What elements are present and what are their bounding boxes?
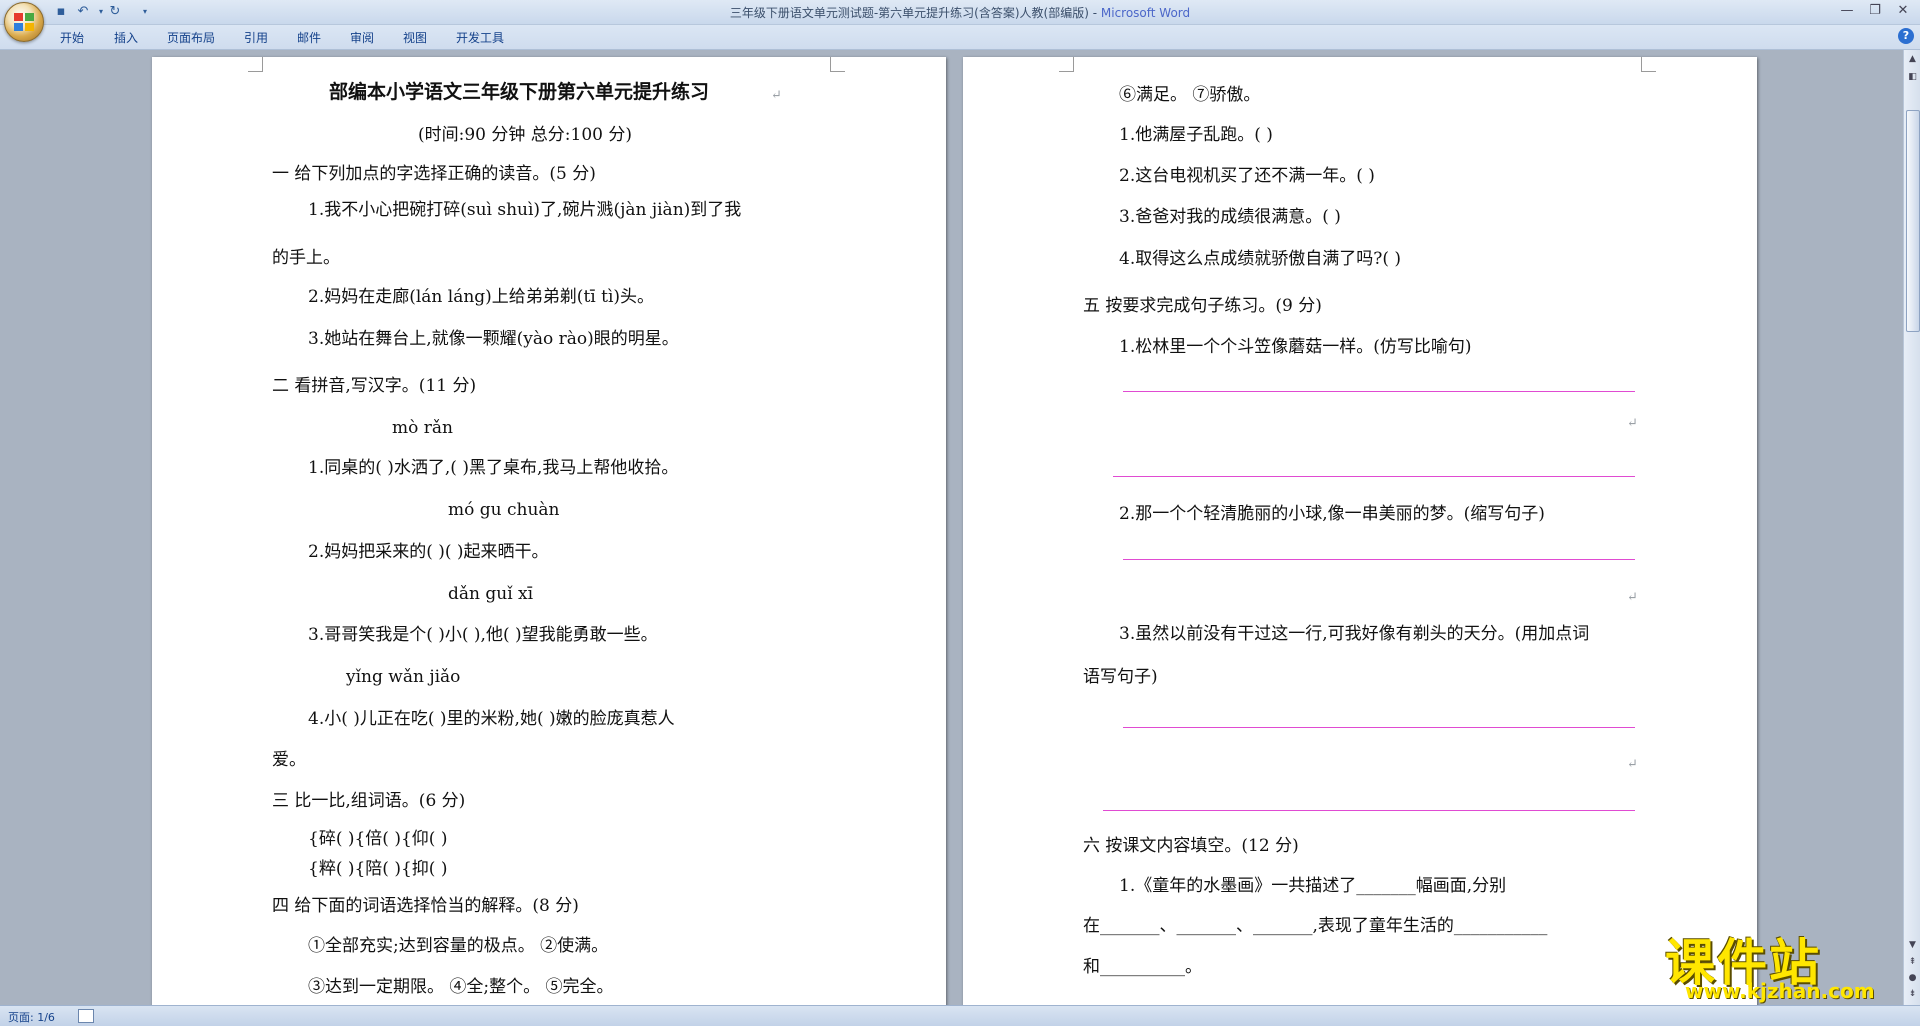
status-bar: 页面: 1/6 — [0, 1005, 1920, 1026]
question-text: 和__________。 — [1083, 957, 1202, 977]
question-text: 3.哥哥笑我是个( )小( ),他( )望我能勇敢一些。 — [308, 625, 658, 645]
window-title: 三年级下册语文单元测试题-第六单元提升练习(含答案)人教(部编版) - Micr… — [0, 4, 1920, 21]
question-text: 1.我不小心把碗打碎(suì shuì)了,碗片溅(jàn jiàn)到了我 — [308, 200, 742, 220]
document-area: 部编本小学语文三年级下册第六单元提升练习 ↵ (时间:90 分钟 总分:100 分… — [0, 50, 1903, 1005]
question-text: 爱。 — [272, 750, 306, 770]
margin-corner — [1641, 57, 1656, 72]
definition-line: ③达到一定期限。 ④全;整个。 ⑤完全。 — [308, 977, 614, 997]
scroll-thumb[interactable] — [1906, 110, 1920, 332]
office-logo-icon — [14, 13, 34, 31]
section-heading-4: 四 给下面的词语选择恰当的解释。(8 分) — [272, 896, 579, 916]
question-text: 1.松林里一个个斗笠像蘑菇一样。(仿写比喻句) — [1119, 337, 1472, 357]
question-text: 2.妈妈在走廊(lán láng)上给弟弟剃(tī tì)头。 — [308, 287, 655, 307]
select-browse-object-icon[interactable]: ● — [1905, 971, 1920, 986]
tab-home[interactable]: 开始 — [60, 29, 84, 46]
document-page-1[interactable]: 部编本小学语文三年级下册第六单元提升练习 ↵ (时间:90 分钟 总分:100 分… — [152, 57, 946, 1005]
section-heading-3: 三 比一比,组词语。(6 分) — [272, 791, 466, 811]
next-page-icon[interactable]: ⇟ — [1905, 987, 1920, 1002]
document-page-2[interactable]: ⑥满足。 ⑦骄傲。 1.他满屋子乱跑。( ) 2.这台电视机买了还不满一年。( … — [963, 57, 1757, 1005]
question-text: 2.妈妈把采来的( )( )起来晒干。 — [308, 542, 549, 562]
pinyin-line: mò rǎn — [392, 418, 453, 438]
page-count[interactable]: 页面: 1/6 — [8, 1009, 55, 1025]
macro-recording-icon[interactable] — [78, 1009, 94, 1023]
answer-line[interactable] — [1123, 727, 1635, 728]
tab-mailings[interactable]: 邮件 — [297, 29, 321, 46]
answer-line[interactable] — [1123, 559, 1635, 560]
section-heading-1: 一 给下列加点的字选择正确的读音。(5 分) — [272, 164, 596, 184]
question-text: 2.这台电视机买了还不满一年。( ) — [1119, 166, 1375, 186]
close-icon[interactable]: ✕ — [1890, 2, 1916, 20]
question-text: 在_______、_______、_______,表现了童年生活的_______… — [1083, 916, 1548, 936]
watermark-url: www.kjzhan.com — [1685, 979, 1875, 1003]
scroll-up-icon[interactable]: ▲ — [1905, 52, 1920, 67]
margin-corner — [248, 57, 263, 72]
margin-corner — [1059, 57, 1074, 72]
ruler-toggle-icon[interactable]: ◧ — [1905, 70, 1920, 85]
compare-words-row: {粹( ){陪( ){抑( ) — [308, 859, 448, 879]
help-icon[interactable]: ? — [1898, 28, 1914, 44]
tab-review[interactable]: 审阅 — [350, 29, 374, 46]
title-separator: - — [1088, 6, 1101, 20]
question-text: 1.他满屋子乱跑。( ) — [1119, 125, 1273, 145]
paragraph-mark: ↵ — [1627, 416, 1638, 431]
question-text: 3.她站在舞台上,就像一颗耀(yào rào)眼的明星。 — [308, 329, 679, 349]
office-button[interactable] — [4, 2, 44, 42]
section-heading-5: 五 按要求完成句子练习。(9 分) — [1083, 296, 1322, 316]
paragraph-mark: ↵ — [771, 88, 782, 103]
tab-references[interactable]: 引用 — [244, 29, 268, 46]
time-score-line: (时间:90 分钟 总分:100 分) — [418, 125, 633, 145]
definition-line: ①全部充实;达到容量的极点。 ②使满。 — [308, 936, 609, 956]
document-name: 三年级下册语文单元测试题-第六单元提升练习(含答案)人教(部编版) — [729, 6, 1089, 20]
margin-corner — [830, 57, 845, 72]
app-name: Microsoft Word — [1100, 6, 1191, 20]
answer-line[interactable] — [1113, 476, 1635, 477]
previous-page-icon[interactable]: ⇞ — [1905, 955, 1920, 970]
compare-words-row: {碎( ){倍( ){仰( ) — [308, 829, 448, 849]
page-heading: 部编本小学语文三年级下册第六单元提升练习 — [329, 81, 710, 103]
pinyin-line: mó gu chuàn — [448, 500, 560, 520]
restore-icon[interactable]: ❐ — [1862, 2, 1888, 20]
ribbon-tabs: 开始 插入 页面布局 引用 邮件 审阅 视图 开发工具 ? — [0, 25, 1920, 50]
pinyin-line: yǐng wǎn jiǎo — [346, 667, 461, 687]
question-text: 3.爸爸对我的成绩很满意。( ) — [1119, 207, 1341, 227]
tab-view[interactable]: 视图 — [403, 29, 427, 46]
question-text: 1.《童年的水墨画》一共描述了_______幅画面,分别 — [1119, 876, 1507, 896]
vertical-scrollbar[interactable]: ▲ ◧ ▼ ⇞ ● ⇟ — [1903, 50, 1920, 1005]
section-heading-2: 二 看拼音,写汉字。(11 分) — [272, 376, 477, 396]
scroll-down-icon[interactable]: ▼ — [1905, 938, 1920, 953]
question-text: 2.那一个个轻清脆丽的小球,像一串美丽的梦。(缩写句子) — [1119, 504, 1545, 524]
minimize-icon[interactable]: — — [1834, 2, 1860, 20]
paragraph-mark: ↵ — [1627, 757, 1638, 772]
tab-page-layout[interactable]: 页面布局 — [167, 29, 215, 46]
pinyin-line: dǎn guǐ xī — [448, 584, 534, 604]
answer-line[interactable] — [1103, 810, 1635, 811]
question-text: 语写句子) — [1083, 667, 1158, 687]
question-text: 4.小( )儿正在吃( )里的米粉,她( )嫩的脸庞真惹人 — [308, 709, 675, 729]
question-text: 4.取得这么点成绩就骄傲自满了吗?( ) — [1119, 249, 1402, 269]
answer-line[interactable] — [1123, 391, 1635, 392]
section-heading-6: 六 按课文内容填空。(12 分) — [1083, 836, 1299, 856]
tab-developer[interactable]: 开发工具 — [456, 29, 504, 46]
tab-insert[interactable]: 插入 — [114, 29, 138, 46]
question-text: 3.虽然以前没有干过这一行,可我好像有剃头的天分。(用加点词 — [1119, 624, 1590, 644]
definition-line: ⑥满足。 ⑦骄傲。 — [1119, 85, 1261, 105]
question-text: 的手上。 — [272, 248, 340, 268]
site-watermark: 课件站 www.kjzhan.com — [1665, 923, 1905, 1003]
title-bar: ▪ ↶ ▾ ↻ ▾ 三年级下册语文单元测试题-第六单元提升练习(含答案)人教(部… — [0, 0, 1920, 42]
paragraph-mark: ↵ — [1627, 590, 1638, 605]
question-text: 1.同桌的( )水洒了,( )黑了桌布,我马上帮他收拾。 — [308, 458, 679, 478]
